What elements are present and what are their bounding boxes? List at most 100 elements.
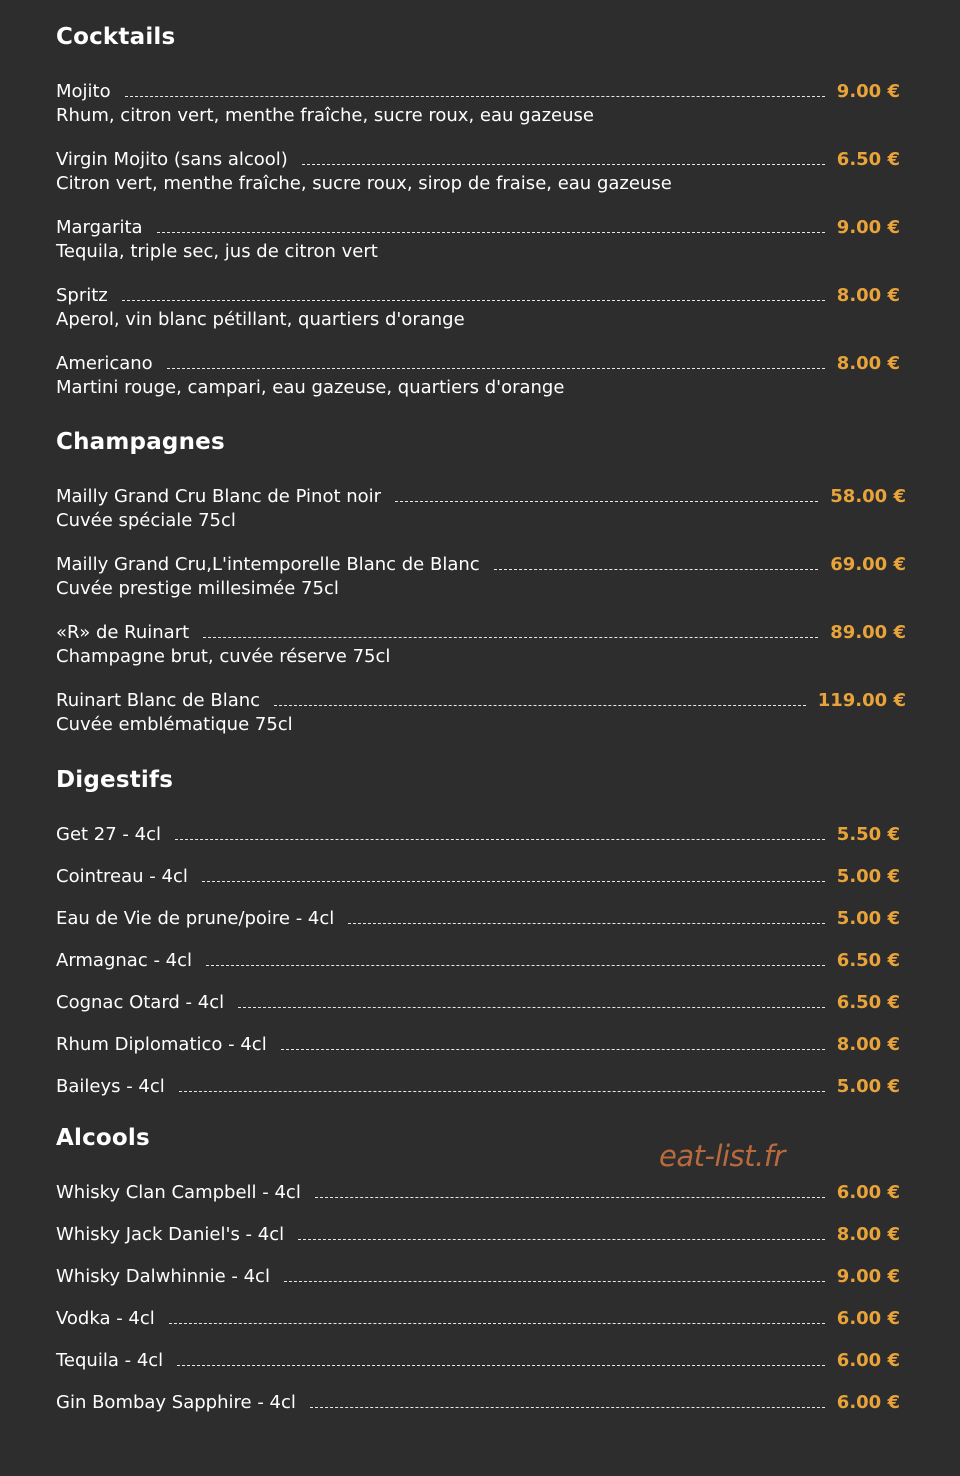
dotted-leader xyxy=(395,501,819,502)
item-name: Whisky Dalwhinnie - 4cl xyxy=(56,1266,270,1287)
dotted-leader xyxy=(298,1239,825,1240)
item-name: Spritz xyxy=(56,285,108,306)
menu-item: Gin Bombay Sapphire - 4cl 6.00 € xyxy=(56,1388,900,1415)
menu-item: Vodka - 4cl 6.00 € xyxy=(56,1304,900,1331)
section-digestifs: Digestifs Get 27 - 4cl 5.50 € Cointreau -… xyxy=(56,765,906,1099)
item-price: 8.00 € xyxy=(836,353,900,374)
item-name: Tequila - 4cl xyxy=(56,1350,164,1371)
dotted-leader xyxy=(178,1091,825,1092)
item-price: 6.00 € xyxy=(836,1392,900,1413)
item-price: 5.00 € xyxy=(836,866,900,887)
item-name: Mailly Grand Cru,L'intemporelle Blanc de… xyxy=(56,554,480,575)
item-price: 6.50 € xyxy=(836,992,900,1013)
item-price: 6.50 € xyxy=(836,149,900,170)
item-price: 9.00 € xyxy=(836,81,900,102)
item-name: Whisky Jack Daniel's - 4cl xyxy=(56,1224,285,1245)
menu-item: Whisky Jack Daniel's - 4cl 8.00 € xyxy=(56,1220,900,1247)
menu-item: Whisky Dalwhinnie - 4cl 9.00 € xyxy=(56,1262,900,1289)
item-price: 58.00 € xyxy=(830,486,906,507)
item-description: Cuvée spéciale 75cl xyxy=(56,510,236,531)
menu-item: Virgin Mojito (sans alcool) 6.50 € Citron… xyxy=(56,145,906,198)
watermark-logo: eat-list.fr xyxy=(659,1139,785,1173)
item-name: Get 27 - 4cl xyxy=(56,824,161,845)
dotted-leader xyxy=(121,300,825,301)
item-price: 5.00 € xyxy=(836,1076,900,1097)
dotted-leader xyxy=(206,965,825,966)
item-name: Vodka - 4cl xyxy=(56,1308,155,1329)
menu-item: Ruinart Blanc de Blanc 119.00 € Cuvée emb… xyxy=(56,686,906,739)
section-champagnes: Champagnes Mailly Grand Cru Blanc de Pin… xyxy=(56,427,906,739)
item-price: 6.00 € xyxy=(836,1308,900,1329)
item-name: «R» de Ruinart xyxy=(56,622,190,643)
item-description: Rhum, citron vert, menthe fraîche, sucre… xyxy=(56,105,594,126)
menu-item: Americano 8.00 € Martini rouge, campari, … xyxy=(56,349,906,402)
dotted-leader xyxy=(201,881,825,882)
item-name: Eau de Vie de prune/poire - 4cl xyxy=(56,908,335,929)
menu-item: Rhum Diplomatico - 4cl 8.00 € xyxy=(56,1030,900,1057)
dotted-leader xyxy=(493,569,819,570)
dotted-leader xyxy=(124,96,825,97)
item-name: Rhum Diplomatico - 4cl xyxy=(56,1034,267,1055)
item-name: Cointreau - 4cl xyxy=(56,866,188,887)
section-title: Digestifs xyxy=(56,767,174,793)
item-description: Cuvée prestige millesimée 75cl xyxy=(56,578,339,599)
dotted-leader xyxy=(168,1323,825,1324)
item-name: Ruinart Blanc de Blanc xyxy=(56,690,261,711)
section-cocktails: Cocktails Mojito 9.00 € Rhum, citron vert… xyxy=(56,22,906,402)
item-name: Margarita xyxy=(56,217,143,238)
item-price: 9.00 € xyxy=(836,217,900,238)
menu-item: Armagnac - 4cl 6.50 € xyxy=(56,946,900,973)
dotted-leader xyxy=(274,705,806,706)
item-name: Americano xyxy=(56,353,153,374)
section-title: Champagnes xyxy=(56,429,225,455)
item-price: 8.00 € xyxy=(836,285,900,306)
item-price: 6.00 € xyxy=(836,1182,900,1203)
menu-item: Get 27 - 4cl 5.50 € xyxy=(56,820,900,847)
menu-item: «R» de Ruinart 89.00 € Champagne brut, cu… xyxy=(56,618,906,671)
item-name: Gin Bombay Sapphire - 4cl xyxy=(56,1392,296,1413)
menu-item: Mailly Grand Cru Blanc de Pinot noir 58.0… xyxy=(56,482,906,535)
item-price: 8.00 € xyxy=(836,1034,900,1055)
item-description: Champagne brut, cuvée réserve 75cl xyxy=(56,646,391,667)
menu-item: Margarita 9.00 € Tequila, triple sec, jus… xyxy=(56,213,906,266)
item-name: Virgin Mojito (sans alcool) xyxy=(56,149,288,170)
menu-item: Eau de Vie de prune/poire - 4cl 5.00 € xyxy=(56,904,900,931)
item-description: Citron vert, menthe fraîche, sucre roux,… xyxy=(56,173,672,194)
item-price: 9.00 € xyxy=(836,1266,900,1287)
dotted-leader xyxy=(166,368,825,369)
section-title: Cocktails xyxy=(56,24,176,50)
item-price: 8.00 € xyxy=(836,1224,900,1245)
item-name: Whisky Clan Campbell - 4cl xyxy=(56,1182,301,1203)
dotted-leader xyxy=(238,1007,825,1008)
dotted-leader xyxy=(156,232,825,233)
item-name: Baileys - 4cl xyxy=(56,1076,165,1097)
item-price: 69.00 € xyxy=(830,554,906,575)
item-name: Mojito xyxy=(56,81,111,102)
item-name: Armagnac - 4cl xyxy=(56,950,193,971)
item-description: Martini rouge, campari, eau gazeuse, qua… xyxy=(56,377,565,398)
dotted-leader xyxy=(280,1049,825,1050)
item-name: Cognac Otard - 4cl xyxy=(56,992,225,1013)
menu-item: Cognac Otard - 4cl 6.50 € xyxy=(56,988,900,1015)
menu-item: Tequila - 4cl 6.00 € xyxy=(56,1346,900,1373)
dotted-leader xyxy=(314,1197,825,1198)
dotted-leader xyxy=(177,1365,825,1366)
menu-item: Mailly Grand Cru,L'intemporelle Blanc de… xyxy=(56,550,906,603)
item-description: Tequila, triple sec, jus de citron vert xyxy=(56,241,378,262)
item-price: 5.00 € xyxy=(836,908,900,929)
dotted-leader xyxy=(348,923,825,924)
dotted-leader xyxy=(203,637,819,638)
dotted-leader xyxy=(175,839,825,840)
item-price: 5.50 € xyxy=(836,824,900,845)
item-description: Aperol, vin blanc pétillant, quartiers d… xyxy=(56,309,465,330)
dotted-leader xyxy=(283,1281,825,1282)
item-price: 119.00 € xyxy=(817,690,906,711)
menu-item: Baileys - 4cl 5.00 € xyxy=(56,1072,900,1099)
item-price: 89.00 € xyxy=(830,622,906,643)
item-price: 6.50 € xyxy=(836,950,900,971)
menu-item: Whisky Clan Campbell - 4cl 6.00 € xyxy=(56,1178,900,1205)
menu-item: Cointreau - 4cl 5.00 € xyxy=(56,862,900,889)
item-description: Cuvée emblématique 75cl xyxy=(56,714,293,735)
item-name: Mailly Grand Cru Blanc de Pinot noir xyxy=(56,486,382,507)
dotted-leader xyxy=(309,1407,825,1408)
